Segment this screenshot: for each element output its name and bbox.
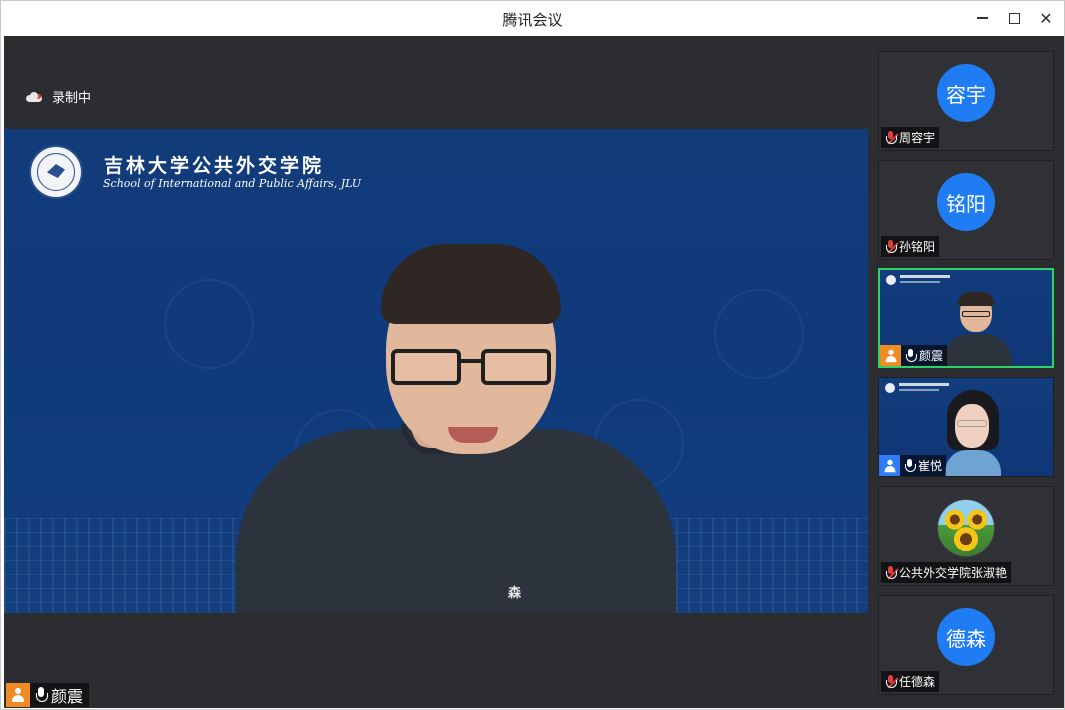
participant-tile[interactable]: 容宇 周容宇 <box>878 51 1054 151</box>
participant-name: 孙铭阳 <box>899 240 936 254</box>
participant-name-bar: 公共外交学院张淑艳 <box>881 562 1012 583</box>
speaker-name-bar: 颜震 <box>6 683 90 707</box>
participant-name: 公共外交学院张淑艳 <box>899 566 1008 580</box>
participant-name: 周容宇 <box>899 131 936 145</box>
microphone-icon <box>904 458 916 473</box>
title-bar[interactable]: 腾讯会议 ✕ <box>1 1 1064 36</box>
microphone-muted-icon <box>885 130 899 145</box>
window-title: 腾讯会议 <box>502 11 563 29</box>
main-stage: 录制中 吉林大学公共外交学院 School of International a… <box>4 36 868 708</box>
participant-name-bar: 孙铭阳 <box>881 236 940 257</box>
speaker-video-person: 森 <box>236 244 676 613</box>
speaker-name: 颜震 <box>51 687 84 706</box>
university-emblem-icon <box>29 145 83 199</box>
chest-logo: 森 <box>508 586 522 601</box>
microphone-icon <box>905 348 917 363</box>
participant-name-bar: 周容宇 <box>881 127 940 148</box>
main-video[interactable]: 吉林大学公共外交学院 School of International and P… <box>4 129 868 613</box>
microphone-muted-icon <box>885 565 899 580</box>
sunflower-avatar-icon <box>937 499 995 557</box>
participant-avatar: 德森 <box>937 608 995 666</box>
microphone-muted-icon <box>885 239 899 254</box>
cloud-record-icon <box>26 91 42 102</box>
school-name-en: School of International and Public Affai… <box>103 177 362 190</box>
participant-tile[interactable]: 德森 任德森 <box>878 595 1054 695</box>
school-name-cn: 吉林大学公共外交学院 <box>104 155 325 177</box>
participant-avatar: 铭阳 <box>937 173 995 231</box>
participant-name: 颜震 <box>919 349 944 363</box>
user-avatar-icon <box>6 683 30 707</box>
microphone-icon <box>34 686 48 704</box>
participant-sidebar[interactable]: 容宇 周容宇 铭阳 孙铭阳 颜震 崔悦 公共外交学院张淑艳 德森 任德森 <box>868 36 1064 708</box>
user-avatar-icon <box>879 455 900 476</box>
participant-avatar: 容宇 <box>937 64 995 122</box>
close-icon: ✕ <box>1039 8 1053 28</box>
minimize-icon <box>976 17 988 19</box>
microphone-muted-icon <box>885 674 899 689</box>
user-avatar-icon <box>880 345 901 366</box>
maximize-button[interactable] <box>1001 6 1027 30</box>
participant-tile[interactable]: 铭阳 孙铭阳 <box>878 160 1054 260</box>
meeting-window: 腾讯会议 ✕ 录制中 吉林大学公共外交学院 School of Internat… <box>0 0 1065 710</box>
participant-name-bar: 崔悦 <box>879 455 947 476</box>
participant-name: 任德森 <box>899 675 936 689</box>
close-button[interactable]: ✕ <box>1033 6 1059 30</box>
recording-label: 录制中 <box>52 91 92 106</box>
participant-tile[interactable]: 崔悦 <box>878 377 1054 477</box>
participant-tile[interactable]: 公共外交学院张淑艳 <box>878 486 1054 586</box>
participant-name: 崔悦 <box>918 459 943 473</box>
participant-tile-active[interactable]: 颜震 <box>878 268 1054 368</box>
participant-name-bar: 颜震 <box>880 345 948 366</box>
recording-indicator[interactable]: 录制中 <box>26 87 91 106</box>
maximize-icon <box>1008 12 1020 24</box>
minimize-button[interactable] <box>969 6 995 30</box>
participant-name-bar: 任德森 <box>881 671 940 692</box>
